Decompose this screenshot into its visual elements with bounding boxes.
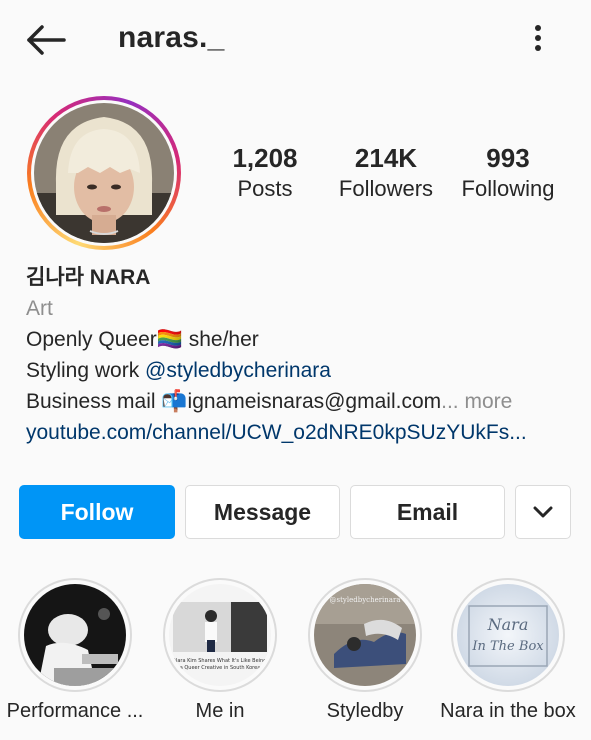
highlight-cover-me-in-caption: a Queer Creative in South Korea xyxy=(180,665,261,671)
page-title: naras._ xyxy=(118,21,225,54)
more-options-button[interactable] xyxy=(522,20,554,56)
avatar-ring-gap xyxy=(31,100,177,246)
profile-bio: 김나라 NARA Art Openly Queer🏳️‍🌈 she/her St… xyxy=(26,262,576,448)
highlight-label: Styledby xyxy=(326,700,404,722)
mention-link[interactable]: @styledbycherinara xyxy=(145,359,331,382)
bio-styling-text: Styling work xyxy=(26,359,146,382)
following-count: 993 xyxy=(486,143,530,173)
email-button[interactable]: Email xyxy=(350,485,505,539)
highlight-cover-me-in-caption: Nara Kim Shares What It's Like Being xyxy=(174,658,267,664)
highlight-ring: Nara In The Box xyxy=(451,578,565,692)
back-button[interactable] xyxy=(24,20,68,60)
arrow-left-icon xyxy=(27,25,66,55)
bio-line-styling: Styling work @styledbycherinara xyxy=(26,355,576,386)
website-link[interactable]: youtube.com/channel/UCW_o2dNRE0kpSUzYUkF… xyxy=(26,417,576,448)
profile-category: Art xyxy=(26,297,53,320)
avatar xyxy=(34,103,174,243)
highlight-cover-styledby: @styledbycherinara xyxy=(314,584,416,686)
highlight-nara-in-the-box[interactable]: Nara In The Box Nara in the box xyxy=(433,578,583,723)
avatar-portrait-image xyxy=(34,103,174,243)
highlight-styledby[interactable]: @styledbycherinara Styledby xyxy=(290,578,440,723)
following-stat[interactable]: 993 Following xyxy=(456,142,560,204)
vertical-ellipsis-icon xyxy=(535,25,541,51)
highlight-cover-nara-in-the-box: Nara In The Box xyxy=(457,584,559,686)
highlight-label: Nara in the box xyxy=(440,700,576,722)
bio-line-business: Business mail 📬ignameisnaras@gmail.com..… xyxy=(26,386,576,417)
bio-line-identity: Openly Queer🏳️‍🌈 she/her xyxy=(26,324,576,355)
bio-business-text: Business mail xyxy=(26,390,162,413)
posts-stat[interactable]: 1,208 Posts xyxy=(225,142,305,204)
posts-count: 1,208 xyxy=(232,143,298,173)
chevron-down-icon xyxy=(533,506,553,518)
highlight-cover-me-in: Nara Kim Shares What It's Like Being a Qu… xyxy=(169,584,271,686)
highlight-label: Performance ... xyxy=(6,700,144,722)
display-name: 김나라 NARA xyxy=(26,266,151,289)
bio-pronouns-text: she/her xyxy=(182,328,259,351)
message-button[interactable]: Message xyxy=(185,485,340,539)
followers-count: 214K xyxy=(354,143,418,173)
posts-label: Posts xyxy=(237,176,293,201)
highlight-ring: @styledbycherinara xyxy=(308,578,422,692)
rainbow-flag-icon: 🏳️‍🌈 xyxy=(156,328,183,351)
bio-email-text: ignameisnaras@gmail.com xyxy=(187,390,442,413)
bio-identity-text: Openly Queer xyxy=(26,328,157,351)
highlight-ring: Nara Kim Shares What It's Like Being a Qu… xyxy=(163,578,277,692)
highlight-cover-styledby-caption: @styledbycherinara xyxy=(329,596,400,604)
avatar-story-ring[interactable] xyxy=(27,96,181,250)
highlight-cover-nara-in-the-box-caption: In The Box xyxy=(471,639,544,654)
followers-label: Followers xyxy=(338,176,434,201)
mailbox-icon: 📬 xyxy=(161,390,188,413)
highlight-me-in[interactable]: Nara Kim Shares What It's Like Being a Qu… xyxy=(145,578,295,723)
profile-header: naras._ xyxy=(0,0,591,80)
bio-more-link[interactable]: ... more xyxy=(441,390,512,413)
highlight-label: Me in xyxy=(195,700,245,722)
followers-stat[interactable]: 214K Followers xyxy=(335,142,437,204)
highlight-ring xyxy=(18,578,132,692)
follow-button[interactable]: Follow xyxy=(19,485,175,539)
following-label: Following xyxy=(461,176,555,201)
highlight-cover-performance xyxy=(24,584,126,686)
highlight-cover-nara-in-the-box-caption: Nara xyxy=(487,615,529,634)
highlight-performance[interactable]: Performance ... xyxy=(0,578,150,723)
suggested-accounts-button[interactable] xyxy=(515,485,571,539)
